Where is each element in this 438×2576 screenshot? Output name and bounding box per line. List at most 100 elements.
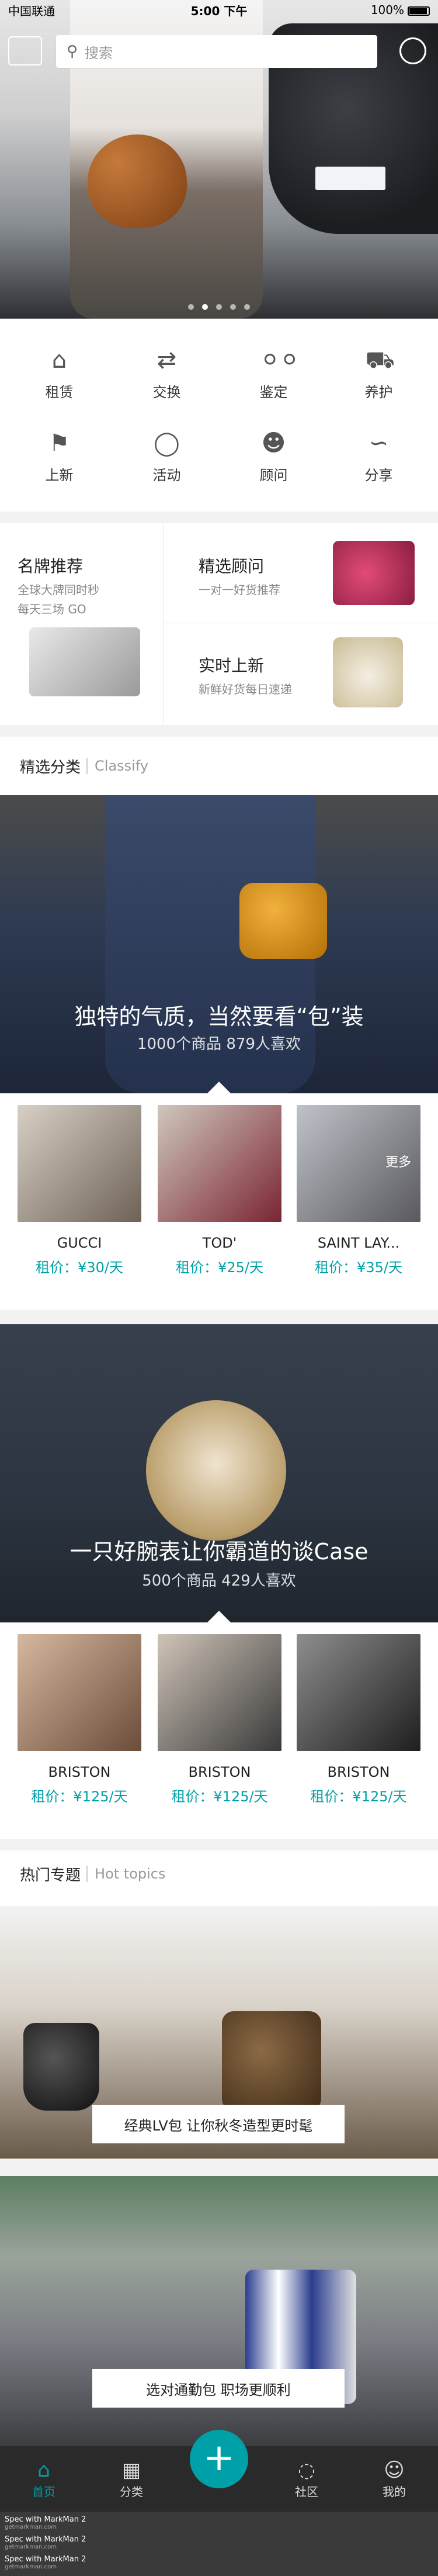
- swap-icon: ⇄: [157, 347, 177, 374]
- grid-item-rent[interactable]: ⌂ 租赁: [5, 347, 114, 401]
- pagination-dot[interactable]: [188, 304, 194, 310]
- banner-title: 一只好腕表让你霸道的谈Case: [69, 1539, 369, 1565]
- tab-label: 首页: [32, 2485, 55, 2499]
- pagination-dot[interactable]: [230, 304, 236, 310]
- live-new-arrivals[interactable]: 实时上新 新鲜好货每日速递: [199, 653, 333, 697]
- spec-footer: Spec with MarkMan 2 getmarkman.com Spec w…: [0, 2512, 438, 2576]
- balloon-icon: ◯: [154, 430, 180, 457]
- grid-label: 鉴定: [259, 384, 288, 400]
- product-card[interactable]: BRISTON 租价：¥125/天: [18, 1634, 141, 1805]
- lv-bag-image: [222, 2011, 321, 2111]
- tab-label: 分类: [120, 2485, 143, 2499]
- advisor-product-image: [333, 541, 415, 605]
- product-name: GUCCI: [57, 1235, 102, 1251]
- hot-topics-title: 热门专题: [20, 1866, 81, 1884]
- tab-label: 我的: [383, 2485, 406, 2499]
- user-icon: ☺: [384, 2458, 405, 2482]
- battery-icon: [408, 6, 430, 16]
- curated-advisor[interactable]: 精选顾问 一对一好货推荐: [199, 554, 333, 598]
- publish-button[interactable]: +: [190, 2430, 248, 2488]
- banner-notch: [207, 1611, 231, 1622]
- tab-home[interactable]: ⌂ 首页: [0, 2446, 88, 2512]
- banner-title: 独特的气质，当然要看“包”装: [74, 1004, 364, 1030]
- grid-item-advisor[interactable]: ☻ 顾问: [219, 430, 328, 484]
- bag-category-banner[interactable]: 独特的气质，当然要看“包”装 1000个商品 879人喜欢: [0, 795, 438, 1093]
- search-icon: ⚲: [67, 43, 78, 60]
- product-card[interactable]: BRISTON 租价：¥125/天: [297, 1634, 420, 1805]
- banner-stats: 1000个商品 879人喜欢: [137, 1035, 301, 1053]
- more-link[interactable]: 更多: [385, 1152, 411, 1170]
- brand-recommend-sub1: 全球大牌同时秒: [18, 583, 99, 597]
- message-button[interactable]: [399, 37, 426, 64]
- brand-product-image: [29, 627, 140, 696]
- grid-item-appraise[interactable]: ⚪⚪ 鉴定: [219, 347, 328, 401]
- product-price: 租价：¥125/天: [171, 1788, 268, 1805]
- tab-profile[interactable]: ☺ 我的: [350, 2446, 438, 2512]
- search-input[interactable]: ⚲ 搜索: [56, 35, 377, 68]
- product-image: [158, 1634, 281, 1751]
- watermark: Spec with MarkMan 2 getmarkman.com: [5, 2535, 86, 2550]
- watermark: Spec with MarkMan 2 getmarkman.com: [5, 2515, 86, 2530]
- product-name: BRISTON: [48, 1764, 111, 1780]
- tab-category[interactable]: ▦ 分类: [88, 2446, 175, 2512]
- watch-product-row: BRISTON 租价：¥125/天 BRISTON 租价：¥125/天 BRIS…: [0, 1622, 438, 1839]
- grid-label: 上新: [45, 467, 74, 484]
- grid-label: 租赁: [45, 384, 74, 400]
- feature-grid: ⌂ 租赁 ⇄ 交换 ⚪⚪ 鉴定 ⛟ 养护 ⚑ 上新 ◯ 活动 ☻ 顾问 ∽ 分享: [0, 319, 438, 512]
- product-card[interactable]: BRISTON 租价：¥125/天: [158, 1634, 281, 1805]
- yellow-bag-image: [239, 883, 327, 959]
- grid-icon: ▦: [121, 2458, 141, 2482]
- clock: 5:00 下午: [190, 4, 248, 18]
- topic-card[interactable]: 经典LV包 让你秋冬造型更时髦: [0, 1906, 438, 2159]
- product-price: 租价：¥25/天: [176, 1259, 263, 1276]
- pagination-dot[interactable]: [244, 304, 250, 310]
- live-new-arrivals-title: 实时上新: [199, 656, 265, 675]
- house-icon: ⌂: [51, 347, 67, 374]
- product-name: SAINT LAY...: [317, 1235, 400, 1251]
- bag-product-row: GUCCI 租价：¥30/天 TOD' 租价：¥25/天 更多 SAINT LA…: [0, 1093, 438, 1310]
- topic-card[interactable]: 选对通勤包 职场更顺利: [0, 2176, 438, 2446]
- product-image: [158, 1105, 281, 1222]
- banner-stats: 500个商品 429人喜欢: [142, 1572, 296, 1590]
- pagination-dot-active[interactable]: [202, 304, 208, 310]
- pagination-dot[interactable]: [216, 304, 222, 310]
- product-image: [297, 1634, 420, 1751]
- bottle-icon: ⛟: [365, 347, 395, 374]
- watermark-line1: Spec with MarkMan 2: [5, 2535, 86, 2544]
- grid-label: 养护: [364, 384, 393, 400]
- classify-subtitle: Classify: [86, 758, 148, 774]
- section-separator: [0, 1310, 438, 1324]
- section-separator: [0, 1839, 438, 1850]
- live-new-arrivals-sub: 新鲜好货每日速递: [199, 682, 292, 696]
- license-plate: [315, 167, 385, 190]
- tag-icon: ⚑: [48, 430, 70, 457]
- tab-community[interactable]: ◌ 社区: [263, 2446, 350, 2512]
- classify-title: 精选分类: [20, 758, 81, 776]
- handbag-image: [88, 134, 187, 228]
- section-separator: [0, 725, 438, 737]
- grid-label: 顾问: [259, 467, 288, 484]
- product-price: 租价：¥125/天: [310, 1788, 407, 1805]
- advisor-icon: ☻: [261, 430, 286, 457]
- tab-label: 社区: [295, 2485, 318, 2499]
- watermark: Spec with MarkMan 2 getmarkman.com: [5, 2555, 86, 2570]
- hot-topics-subtitle: Hot topics: [86, 1866, 165, 1882]
- banner-pagination: [0, 304, 438, 310]
- product-name: TOD': [202, 1235, 237, 1251]
- scan-button[interactable]: [8, 36, 42, 65]
- grid-item-activity[interactable]: ◯ 活动: [112, 430, 221, 484]
- banner-notch: [207, 1082, 231, 1093]
- watermark-line1: Spec with MarkMan 2: [5, 2555, 86, 2564]
- watch-category-banner[interactable]: 一只好腕表让你霸道的谈Case 500个商品 429人喜欢: [0, 1324, 438, 1622]
- chat-icon: ◌: [298, 2458, 315, 2482]
- product-card[interactable]: 更多 SAINT LAY... 租价：¥35/天: [297, 1105, 420, 1276]
- hot-topics-header: 热门专题 Hot topics: [0, 1853, 438, 1894]
- product-card[interactable]: TOD' 租价：¥25/天: [158, 1105, 281, 1276]
- product-card[interactable]: GUCCI 租价：¥30/天: [18, 1105, 141, 1276]
- brand-recommend[interactable]: 名牌推荐 全球大牌同时秒 每天三场 GO: [18, 554, 158, 617]
- grid-item-share[interactable]: ∽ 分享: [324, 430, 433, 484]
- grid-item-new[interactable]: ⚑ 上新: [5, 430, 114, 484]
- grid-item-care[interactable]: ⛟ 养护: [324, 347, 433, 401]
- grid-item-swap[interactable]: ⇄ 交换: [112, 347, 221, 401]
- curated-advisor-title: 精选顾问: [199, 557, 265, 576]
